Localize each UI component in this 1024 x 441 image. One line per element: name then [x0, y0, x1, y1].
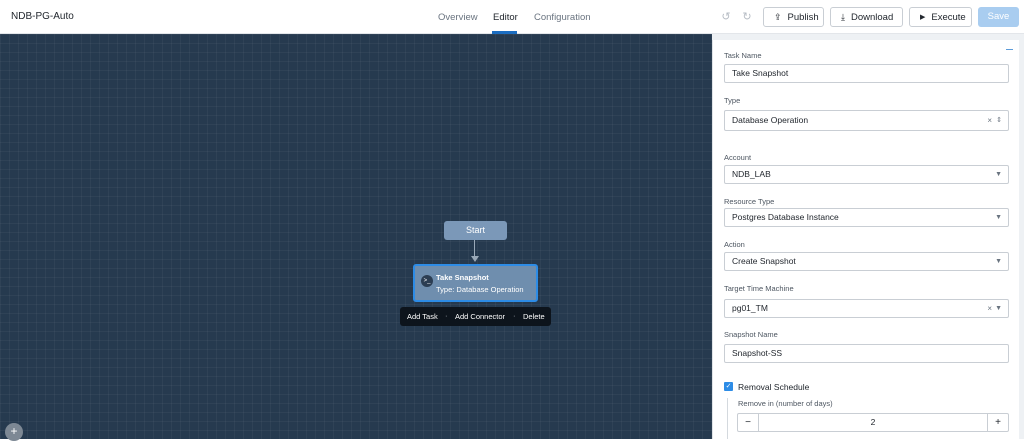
add-task-button[interactable]: Add Task	[407, 312, 438, 321]
chevron-down-icon: ▼	[995, 171, 1002, 178]
chevron-down-icon: ▼	[995, 305, 1002, 312]
removal-schedule-checkbox[interactable]: ✓	[724, 382, 733, 391]
collapse-icon[interactable]	[1006, 49, 1013, 50]
task-name-input[interactable]: Take Snapshot	[724, 64, 1009, 83]
account-value: NDB_LAB	[732, 169, 771, 179]
download-button[interactable]: ⤓ Download	[830, 7, 903, 27]
execute-button[interactable]: ▶ Execute	[909, 7, 972, 27]
snapshot-name-label: Snapshot Name	[724, 330, 778, 339]
snapshot-name-input[interactable]: Snapshot-SS	[724, 344, 1009, 363]
resource-type-label: Resource Type	[724, 197, 775, 206]
action-value: Create Snapshot	[732, 256, 796, 266]
type-label: Type	[724, 96, 741, 105]
section-divider	[727, 398, 728, 439]
target-time-machine-value: pg01_TM	[732, 303, 768, 313]
tab-overview[interactable]: Overview	[438, 12, 478, 23]
clear-icon[interactable]: ×	[987, 111, 992, 130]
upload-icon: ⇪	[774, 11, 782, 22]
tab-editor[interactable]: Editor	[493, 12, 518, 23]
publish-label: Publish	[787, 11, 819, 23]
remove-in-value[interactable]: 2	[758, 414, 988, 431]
type-value: Database Operation	[732, 115, 809, 125]
save-button[interactable]: Save	[978, 7, 1019, 27]
account-label: Account	[724, 153, 752, 162]
removal-schedule-label: Removal Schedule	[738, 382, 810, 392]
undo-icon[interactable]: ↺	[716, 8, 736, 26]
publish-button[interactable]: ⇪ Publish	[763, 7, 824, 27]
target-time-machine-select[interactable]: pg01_TM × ▼	[724, 299, 1009, 318]
start-node[interactable]: Start	[444, 221, 507, 240]
chevron-down-icon: ▼	[995, 258, 1002, 265]
account-select[interactable]: NDB_LAB ▼	[724, 165, 1009, 184]
remove-in-stepper[interactable]: − 2 +	[737, 413, 1009, 432]
menu-separator: ·	[513, 311, 516, 320]
delete-button[interactable]: Delete	[523, 312, 545, 321]
chevron-down-icon: ▼	[995, 214, 1002, 221]
add-icon[interactable]: +	[5, 423, 23, 441]
action-label: Action	[724, 240, 745, 249]
action-select[interactable]: Create Snapshot ▼	[724, 252, 1009, 271]
task-name-label: Task Name	[724, 51, 762, 60]
download-label: Download	[850, 11, 894, 23]
task-node-type: Type: Database Operation	[436, 285, 524, 294]
app-title: NDB-PG-Auto	[11, 11, 74, 22]
workflow-canvas[interactable]: Start >_ Take Snapshot Type: Database Op…	[0, 34, 712, 441]
redo-icon[interactable]: ↻	[737, 8, 757, 26]
increment-button[interactable]: +	[988, 414, 1008, 431]
terminal-icon: >_	[421, 275, 433, 287]
download-icon: ⤓	[841, 11, 845, 22]
sort-icon[interactable]: ⇕	[996, 111, 1002, 130]
clear-icon[interactable]: ×	[987, 300, 992, 317]
add-connector-button[interactable]: Add Connector	[455, 312, 505, 321]
menu-separator: ·	[445, 311, 448, 320]
flow-connector	[474, 240, 475, 257]
execute-label: Execute	[931, 11, 966, 23]
remove-in-label: Remove in (number of days)	[738, 399, 833, 408]
flow-arrow	[471, 256, 479, 262]
tab-configuration[interactable]: Configuration	[534, 12, 591, 23]
top-bar: NDB-PG-Auto Overview Editor Configuratio…	[0, 0, 1024, 34]
target-time-machine-label: Target Time Machine	[724, 284, 794, 293]
decrement-button[interactable]: −	[738, 414, 758, 431]
resource-type-value: Postgres Database Instance	[732, 212, 839, 222]
task-form: Task Name Take Snapshot Type Database Op…	[712, 40, 1019, 439]
task-properties-panel: Task Name Take Snapshot Type Database Op…	[712, 34, 1024, 439]
task-context-menu: Add Task · Add Connector · Delete	[400, 307, 551, 326]
type-select[interactable]: Database Operation × ⇕	[724, 110, 1009, 131]
resource-type-select[interactable]: Postgres Database Instance ▼	[724, 208, 1009, 227]
play-icon: ▶	[920, 14, 926, 21]
task-node-name: Take Snapshot	[436, 273, 489, 282]
task-node[interactable]: >_ Take Snapshot Type: Database Operatio…	[413, 264, 538, 302]
